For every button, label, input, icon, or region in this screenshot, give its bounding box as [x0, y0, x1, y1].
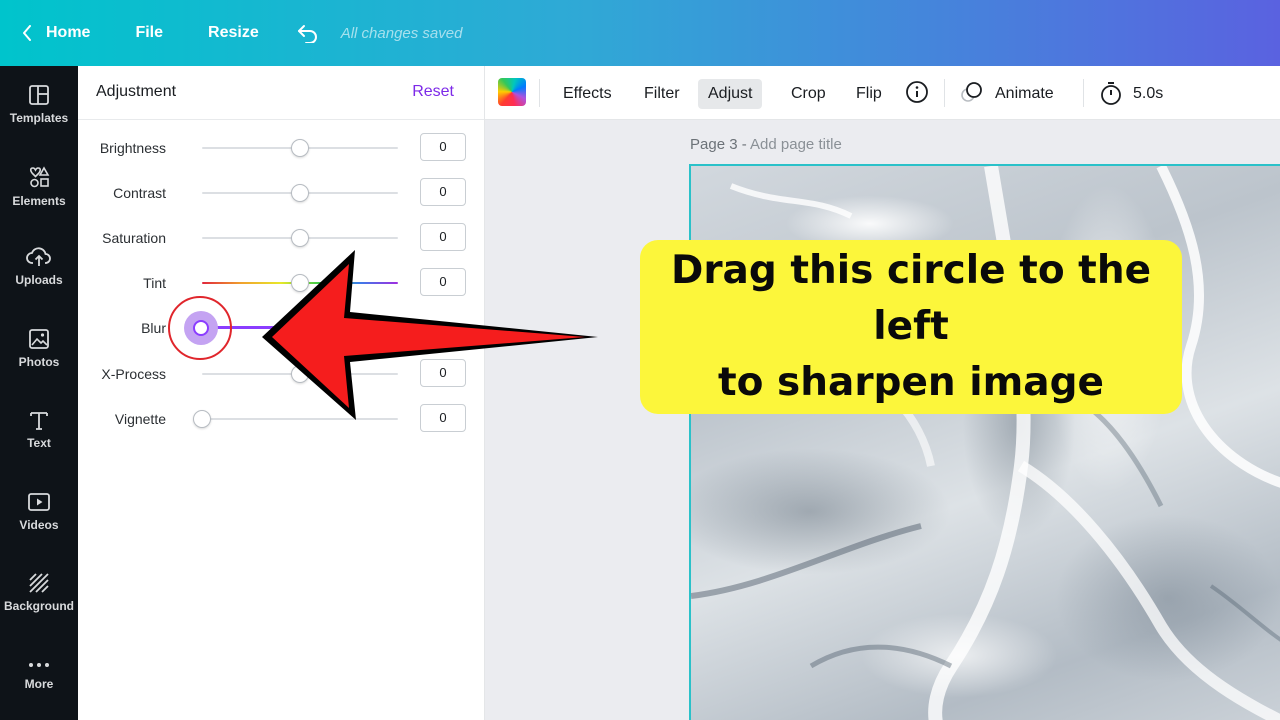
callout-line-2: to sharpen image — [718, 360, 1104, 405]
editor-window: Home File Resize All changes saved Templ… — [0, 0, 1280, 720]
callout-text: Drag this circle to the left to sharpen … — [654, 243, 1168, 411]
annotation-callout: Drag this circle to the left to sharpen … — [640, 240, 1182, 414]
callout-line-1: Drag this circle to the left — [670, 248, 1152, 349]
